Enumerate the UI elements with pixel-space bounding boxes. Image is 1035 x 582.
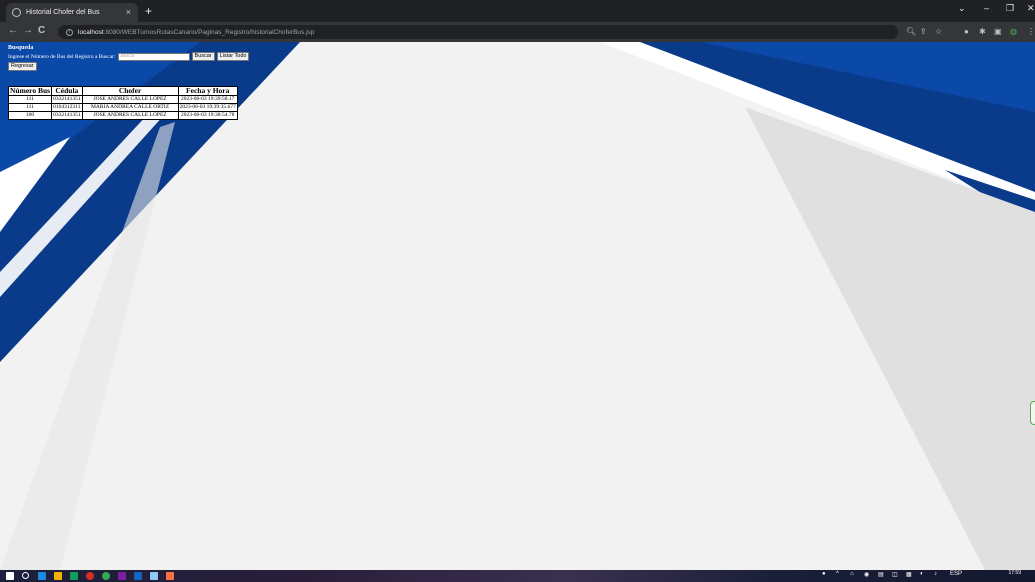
cell-cedula: 0332141351 — [51, 95, 83, 104]
extension-icon[interactable]: ● — [964, 27, 969, 36]
table-header-row: Número Bus Cédula Chofer Fecha y Hora — [7, 86, 238, 96]
app-icon[interactable] — [150, 572, 158, 580]
windows-start-icon[interactable] — [6, 572, 14, 580]
page-viewport: Busqueda Ingrese el Número de Bus del Re… — [0, 42, 1035, 570]
app-icon[interactable] — [166, 572, 174, 580]
menu-icon[interactable]: ⋮ — [1027, 27, 1035, 36]
bus-search-input[interactable]: Buscar — [117, 52, 190, 61]
close-window-icon[interactable]: ✕ — [1027, 3, 1035, 14]
chrome-icon[interactable] — [102, 572, 110, 580]
volume-icon[interactable]: ◐ — [920, 571, 924, 577]
forward-icon[interactable]: → — [23, 25, 33, 36]
url-host: localhost — [78, 28, 104, 36]
browser-toolbar: ← → C i localhost :8080/WEBTurnosRutasCa… — [0, 22, 1035, 42]
tab-search-icon[interactable]: ⌄ — [958, 3, 966, 14]
cell-bus: 111 — [7, 103, 53, 112]
sidepanel-icon[interactable]: ▣ — [994, 27, 1002, 36]
taskview-icon[interactable] — [38, 572, 46, 580]
buscar-button[interactable]: Buscar — [191, 52, 215, 61]
network-icon[interactable]: ⌂ — [850, 571, 854, 577]
close-tab-icon[interactable]: × — [126, 7, 131, 17]
cell-cedula: 0332141351 — [51, 111, 83, 120]
cell-fecha: 2023-06-03 19:39:58.17 — [177, 95, 238, 104]
cell-chofer: MARIA ANDREA CALLE ORTIZ — [81, 103, 179, 112]
col-cedula: Cédula — [51, 86, 83, 96]
search-icon[interactable] — [22, 572, 29, 579]
browser-tab-strip: Historial Chofer del Bus × + ⌄ – ❐ ✕ — [0, 0, 1035, 22]
url-path: :8080/WEBTurnosRutasCanario/Paginas_Regi… — [103, 28, 315, 36]
minimize-icon[interactable]: – — [984, 3, 989, 13]
cell-cedula: 0104312311 — [51, 103, 83, 112]
store-icon[interactable] — [70, 572, 78, 580]
site-info-icon[interactable]: i — [66, 28, 73, 36]
new-tab-button[interactable]: + — [145, 4, 152, 18]
col-chofer: Chofer — [81, 86, 179, 96]
tab-historial[interactable]: Historial Chofer del Bus × — [6, 3, 138, 22]
weather-icon[interactable]: ● — [822, 571, 826, 577]
search-label: Ingrese el Número de Bus del Registro a … — [8, 53, 116, 60]
cell-fecha: 2023-06-03 19:39:35.677 — [177, 103, 238, 112]
back-icon[interactable]: ← — [8, 25, 18, 36]
maximize-icon[interactable]: ❐ — [1006, 3, 1014, 14]
listar-todo-button[interactable]: Listar Todo — [216, 52, 250, 61]
speaker-icon[interactable]: ♪ — [934, 571, 937, 577]
app-icon[interactable] — [134, 572, 142, 580]
search-panel: Busqueda Ingrese el Número de Bus del Re… — [8, 45, 250, 71]
windows-taskbar: ● ^ ⌂ ◉ ▤ ◫ ▦ ◐ ♪ ESP 17:59 — [0, 570, 1035, 582]
tab-title: Historial Chofer del Bus — [26, 9, 100, 16]
cell-bus: 100 — [7, 111, 53, 120]
clock[interactable]: 17:59 — [1008, 570, 1021, 576]
globe-icon — [12, 8, 21, 17]
table-row: 111 0104312311 MARIA ANDREA CALLE ORTIZ … — [7, 103, 238, 112]
share-icon[interactable]: ⇪ — [920, 27, 927, 36]
profile-icon[interactable]: ◍ — [1010, 27, 1017, 36]
file-explorer-icon[interactable] — [54, 572, 62, 580]
table-row: 100 0332141351 JOSE ANDRES CALLE LOPEZ 2… — [7, 111, 238, 120]
col-numero-bus: Número Bus — [7, 86, 53, 96]
background-graphic — [0, 42, 1035, 570]
cell-chofer: JOSE ANDRES CALLE LOPEZ — [81, 95, 179, 104]
zoom-icon[interactable]: 🔍︎ — [906, 27, 916, 36]
cell-chofer: JOSE ANDRES CALLE LOPEZ — [81, 111, 179, 120]
app-icon[interactable] — [118, 572, 126, 580]
cell-fecha: 2023-06-03 19:38:54.78 — [177, 111, 238, 120]
regresar-button[interactable]: Regresar — [8, 62, 37, 71]
tray-icon[interactable]: ◫ — [892, 571, 898, 578]
app-icon[interactable] — [86, 572, 94, 580]
side-panel-handle[interactable] — [1030, 401, 1035, 425]
language-indicator[interactable]: ESP — [950, 571, 962, 577]
page-heading: Busqueda — [8, 45, 34, 51]
clock-time: 17:59 — [1008, 570, 1021, 576]
cell-bus: 111 — [7, 95, 53, 104]
tray-icon[interactable]: ▦ — [906, 571, 912, 578]
puzzle-icon[interactable]: ✱ — [979, 27, 986, 36]
tray-icon[interactable]: ▤ — [878, 571, 884, 578]
tray-icon[interactable]: ◉ — [864, 571, 869, 578]
history-table: Número Bus Cédula Chofer Fecha y Hora 11… — [7, 86, 238, 120]
bookmark-star-icon[interactable]: ☆ — [935, 27, 942, 36]
address-bar[interactable]: i localhost :8080/WEBTurnosRutasCanario/… — [58, 25, 898, 39]
reload-icon[interactable]: C — [38, 25, 45, 36]
chevron-up-icon[interactable]: ^ — [836, 571, 839, 577]
table-row: 111 0332141351 JOSE ANDRES CALLE LOPEZ 2… — [7, 95, 238, 104]
col-fecha-hora: Fecha y Hora — [177, 86, 238, 96]
